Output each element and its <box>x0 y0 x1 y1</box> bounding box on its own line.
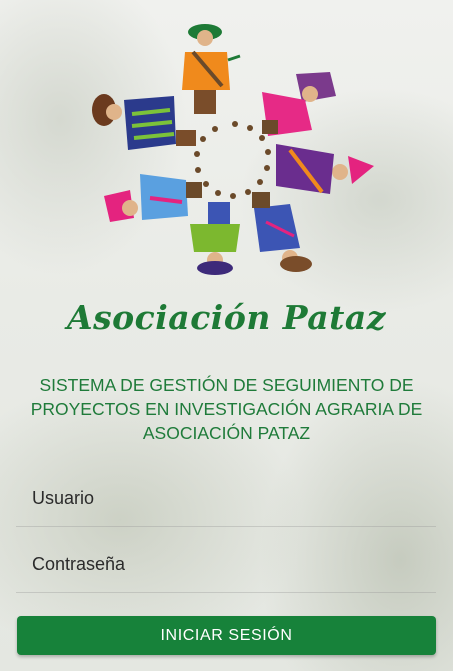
logo-figures-graphic <box>92 24 374 275</box>
association-logo <box>90 12 380 287</box>
login-button[interactable]: INICIAR SESIÓN <box>17 616 436 655</box>
password-input[interactable] <box>16 536 436 592</box>
password-field <box>16 536 436 593</box>
username-field <box>16 470 436 527</box>
logo-wordmark: Asociación Pataz <box>66 298 386 337</box>
username-input[interactable] <box>16 470 436 526</box>
system-subtitle: SISTEMA DE GESTIÓN DE SEGUIMIENTO DE PRO… <box>30 375 423 443</box>
